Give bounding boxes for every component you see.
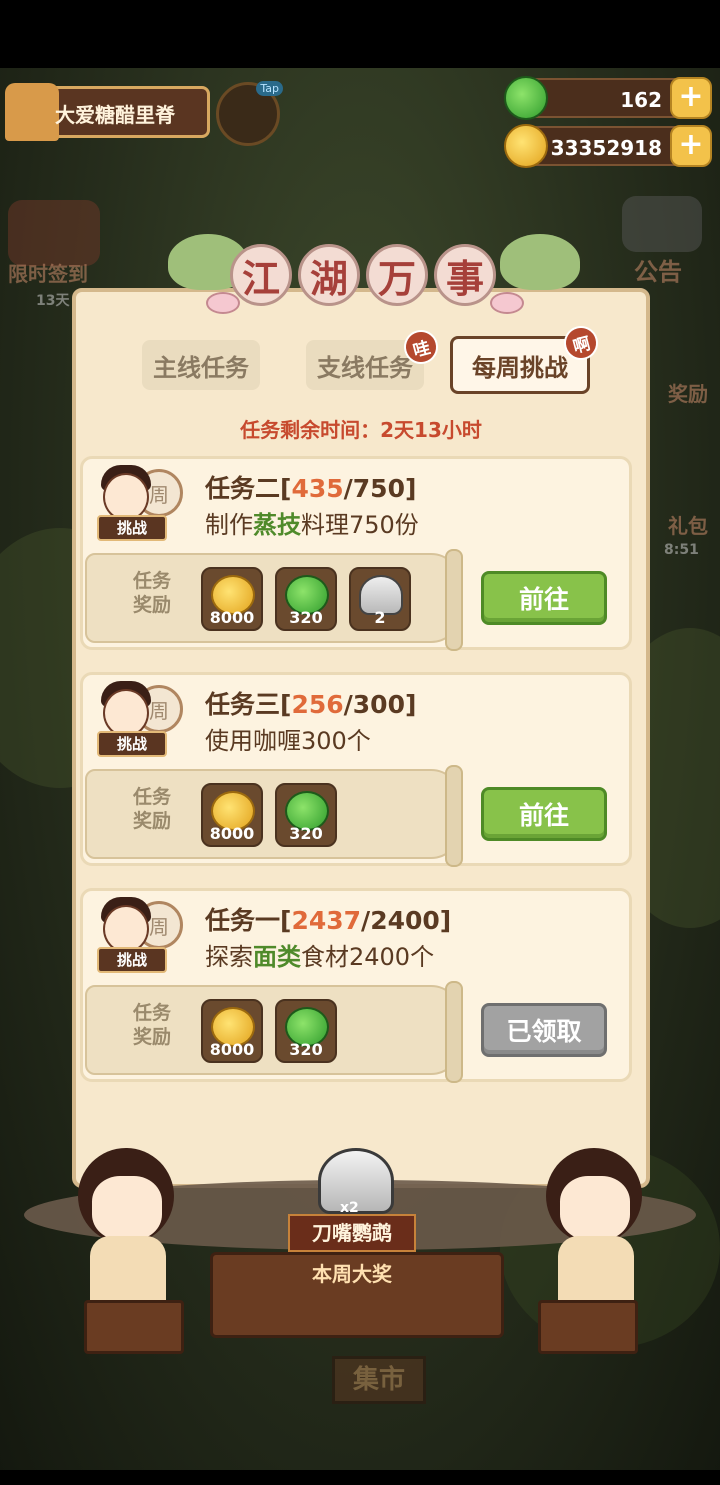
reward-count: 8000 — [209, 1040, 255, 1059]
avatar-face — [103, 689, 149, 737]
sign-in-days: 13天 — [36, 293, 70, 309]
desc-pre: 探索 — [205, 943, 253, 971]
time-remaining: 任务剩余时间：2天13小时 — [240, 418, 482, 442]
reward-slot: 320 — [275, 783, 337, 847]
task-title: 任务二[435/750] — [205, 474, 417, 503]
task-description: 制作蒸技料理750份 — [205, 505, 419, 540]
apple-icon — [504, 76, 548, 120]
desc-post: 料理750份 — [301, 511, 419, 539]
coin-icon — [504, 124, 548, 168]
desc-post: 食材2400个 — [301, 943, 435, 971]
reward-label: 任务奖励 — [132, 786, 171, 832]
panel-title: 江 湖 万 事 — [230, 244, 496, 316]
avatar-face — [103, 905, 149, 953]
grand-prize-label: 本周大奖 — [312, 1262, 392, 1286]
reward-label: 任务奖励 — [132, 570, 171, 616]
reward-slot: 8000 — [201, 567, 263, 631]
reward-count: 2 — [374, 608, 386, 627]
reward-count: 320 — [289, 1040, 323, 1059]
quest-tabs: 主线任务 支线任务 哇 每周挑战 啊 — [142, 322, 602, 400]
challenge-avatar: 周 挑战 — [95, 893, 183, 977]
task-card: 周 挑战 任务三[256/300] 使用咖喱300个 任务奖励 8000 320… — [80, 672, 632, 867]
scroll-roll — [445, 549, 463, 651]
reward-slot: 8000 — [201, 783, 263, 847]
player-avatar[interactable] — [5, 83, 59, 141]
go-button[interactable]: 前往 — [481, 787, 607, 841]
reward-scroll: 任务奖励 8000 320 — [85, 981, 463, 1083]
reward-scroll: 任务奖励 8000 320 2 — [85, 549, 463, 651]
character-face — [560, 1176, 630, 1240]
challenge-avatar: 周 挑战 — [95, 677, 183, 761]
reward-label: 任务奖励 — [132, 1002, 171, 1048]
desc-pre: 使用咖喱300个 — [205, 727, 371, 755]
banner-leaf-right — [500, 234, 580, 290]
task-target: 2400 — [370, 906, 440, 935]
player-profile[interactable]: 大爱糖醋里脊 — [5, 83, 210, 141]
title-char: 江 — [230, 244, 292, 306]
go-button[interactable]: 前往 — [481, 571, 607, 625]
desc-pre: 制作 — [205, 511, 253, 539]
add-apples-button[interactable]: + — [670, 77, 712, 119]
task-card: 周 挑战 任务二[435/750] 制作蒸技料理750份 任务奖励 8000 3… — [80, 456, 632, 651]
sign-in-icon[interactable] — [8, 200, 100, 266]
player-name: 大爱糖醋里脊 — [55, 103, 175, 127]
desc-highlight: 蒸技 — [253, 511, 301, 539]
coin-count: 33352918 — [550, 136, 662, 160]
task-description: 使用咖喱300个 — [205, 721, 371, 756]
task-name: 任务一 — [205, 906, 281, 935]
reward-count: 8000 — [209, 824, 255, 843]
claimed-button[interactable]: 已领取 — [481, 1003, 607, 1057]
market-sign[interactable]: 集市 — [332, 1356, 426, 1404]
character-face — [92, 1176, 162, 1240]
notice-icon[interactable] — [622, 196, 702, 252]
reward-slot: 320 — [275, 567, 337, 631]
challenge-avatar: 周 挑战 — [95, 461, 183, 545]
tap-label: Tap — [256, 81, 283, 96]
desc-highlight: 面类 — [253, 943, 301, 971]
reward-count: 320 — [289, 608, 323, 627]
reward-slot: 2 — [349, 567, 411, 631]
title-char: 事 — [434, 244, 496, 306]
task-card: 周 挑战 任务一[2437/2400] 探索面类食材2400个 任务奖励 800… — [80, 888, 632, 1083]
tap-button[interactable]: Tap — [216, 81, 283, 146]
right-stool — [538, 1300, 638, 1354]
tab-main-quests[interactable]: 主线任务 — [142, 340, 260, 390]
grand-prize-name[interactable]: 刀嘴鹦鹉 — [288, 1214, 416, 1252]
add-coins-button[interactable]: + — [670, 125, 712, 167]
challenge-tag: 挑战 — [97, 947, 167, 973]
task-progress: 435 — [291, 474, 344, 503]
reward-count: 320 — [289, 824, 323, 843]
left-stool — [84, 1300, 184, 1354]
task-title: 任务一[2437/2400] — [205, 906, 452, 935]
task-name: 任务三 — [205, 690, 281, 719]
bottom-bar — [0, 1470, 720, 1485]
avatar-face — [103, 473, 149, 521]
reward-count: 8000 — [209, 608, 255, 627]
task-progress: 256 — [291, 690, 344, 719]
challenge-tag: 挑战 — [97, 731, 167, 757]
title-char: 万 — [366, 244, 428, 306]
scroll-roll — [445, 981, 463, 1083]
reward-side-label: 奖励 — [668, 382, 708, 406]
task-description: 探索面类食材2400个 — [205, 937, 434, 972]
status-bar — [0, 0, 720, 68]
task-name: 任务二 — [205, 474, 281, 503]
task-progress: 2437 — [291, 906, 362, 935]
apple-count: 162 — [620, 88, 662, 112]
notice-label: 公告 — [634, 258, 682, 286]
gift-pack-label: 礼包 — [668, 514, 708, 538]
gift-pack-timer: 8:51 — [664, 542, 699, 558]
reward-slot: 8000 — [201, 999, 263, 1063]
challenge-tag: 挑战 — [97, 515, 167, 541]
task-target: 300 — [352, 690, 405, 719]
task-title: 任务三[256/300] — [205, 690, 417, 719]
task-target: 750 — [352, 474, 405, 503]
coin-resource: 33352918 + — [504, 124, 712, 168]
apple-resource: 162 + — [504, 76, 712, 120]
title-char: 湖 — [298, 244, 360, 306]
scroll-roll — [445, 765, 463, 867]
reward-scroll: 任务奖励 8000 320 — [85, 765, 463, 867]
reward-slot: 320 — [275, 999, 337, 1063]
sign-in-label: 限时签到 — [8, 262, 88, 286]
